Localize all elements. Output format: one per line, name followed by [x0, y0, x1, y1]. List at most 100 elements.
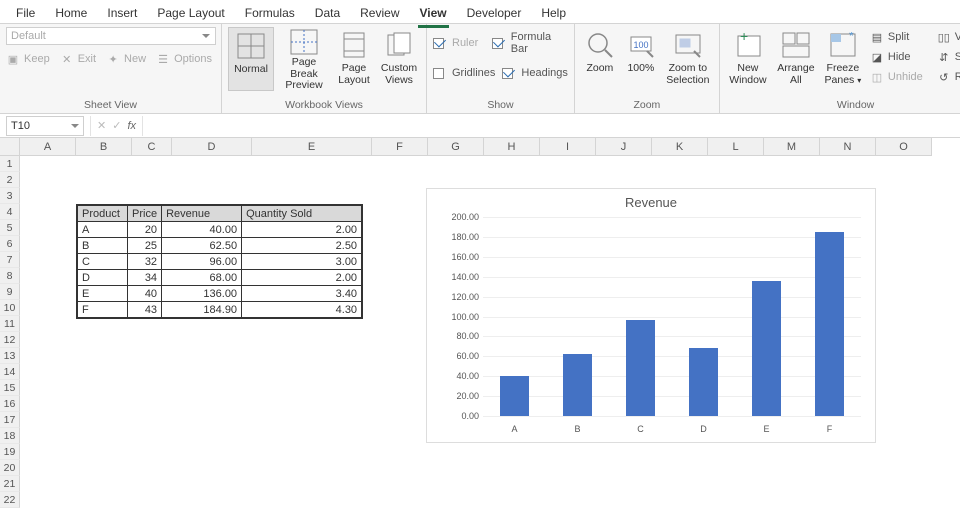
table-cell[interactable]: 34 — [128, 270, 162, 286]
revenue-chart[interactable]: Revenue 0.0020.0040.0060.0080.00100.0012… — [426, 188, 876, 443]
tab-developer[interactable]: Developer — [457, 3, 532, 23]
table-cell[interactable]: 68.00 — [162, 270, 242, 286]
keep-button[interactable]: ▣Keep — [6, 49, 50, 69]
row-header[interactable]: 15 — [0, 380, 20, 396]
table-cell[interactable]: 25 — [128, 238, 162, 254]
table-cell[interactable]: 136.00 — [162, 286, 242, 302]
table-cell[interactable]: 32 — [128, 254, 162, 270]
table-cell[interactable]: 62.50 — [162, 238, 242, 254]
row-header[interactable]: 10 — [0, 300, 20, 316]
table-cell[interactable]: E — [78, 286, 128, 302]
split-button[interactable]: ▤Split — [870, 27, 923, 47]
row-header[interactable]: 12 — [0, 332, 20, 348]
view-sbs-button[interactable]: ▯▯View — [937, 27, 960, 47]
enter-icon[interactable]: ✓ — [112, 119, 121, 132]
normal-view-button[interactable]: Normal — [228, 27, 274, 91]
gridlines-checkbox[interactable]: Gridlines — [433, 63, 495, 83]
col-header[interactable]: B — [76, 138, 132, 156]
formula-bar-checkbox[interactable]: Formula Bar — [492, 33, 568, 53]
column-headers[interactable]: ABCDEFGHIJKLMNO — [20, 138, 932, 156]
table-cell[interactable]: 3.00 — [242, 254, 362, 270]
row-header[interactable]: 7 — [0, 252, 20, 268]
name-box[interactable]: T10 — [6, 116, 84, 136]
chart-bar[interactable] — [689, 348, 717, 416]
new-button[interactable]: ✦New — [106, 49, 146, 69]
row-header[interactable]: 6 — [0, 236, 20, 252]
synch-button[interactable]: ⇵Synch — [937, 47, 960, 67]
tab-review[interactable]: Review — [350, 3, 409, 23]
chart-bar[interactable] — [815, 232, 843, 416]
formula-input[interactable] — [142, 116, 960, 136]
row-header[interactable]: 16 — [0, 396, 20, 412]
exit-button[interactable]: ✕Exit — [60, 49, 96, 69]
tab-home[interactable]: Home — [45, 3, 97, 23]
tab-data[interactable]: Data — [305, 3, 350, 23]
tab-help[interactable]: Help — [531, 3, 576, 23]
table-cell[interactable]: A — [78, 222, 128, 238]
col-header[interactable]: K — [652, 138, 708, 156]
tab-page-layout[interactable]: Page Layout — [147, 3, 234, 23]
zoom-button[interactable]: Zoom — [581, 27, 619, 91]
chart-bar[interactable] — [626, 320, 654, 416]
row-header[interactable]: 11 — [0, 316, 20, 332]
chart-bar[interactable] — [752, 281, 780, 416]
row-header[interactable]: 5 — [0, 220, 20, 236]
col-header[interactable]: H — [484, 138, 540, 156]
row-header[interactable]: 19 — [0, 444, 20, 460]
table-cell[interactable]: C — [78, 254, 128, 270]
chart-bar[interactable] — [563, 354, 591, 416]
chart-bar[interactable] — [500, 376, 528, 416]
row-header[interactable]: 21 — [0, 476, 20, 492]
freeze-panes-button[interactable]: * Freeze Panes ▾ — [822, 27, 864, 91]
row-header[interactable]: 9 — [0, 284, 20, 300]
reset-button[interactable]: ↺Reset — [937, 67, 960, 87]
cancel-icon[interactable]: ✕ — [97, 119, 106, 132]
tab-file[interactable]: File — [6, 3, 45, 23]
table-cell[interactable]: 2.50 — [242, 238, 362, 254]
col-header[interactable]: C — [132, 138, 172, 156]
col-header[interactable]: J — [596, 138, 652, 156]
hide-button[interactable]: ◪Hide — [870, 47, 923, 67]
tab-view[interactable]: View — [410, 3, 457, 23]
row-headers[interactable]: 12345678910111213141516171819202122 — [0, 156, 20, 508]
tab-formulas[interactable]: Formulas — [235, 3, 305, 23]
page-break-button[interactable]: Page Break Preview — [278, 27, 330, 91]
col-header[interactable]: N — [820, 138, 876, 156]
table-cell[interactable]: B — [78, 238, 128, 254]
table-cell[interactable]: 96.00 — [162, 254, 242, 270]
unhide-button[interactable]: ◫Unhide — [870, 67, 923, 87]
col-header[interactable]: A — [20, 138, 76, 156]
col-header[interactable]: I — [540, 138, 596, 156]
row-header[interactable]: 18 — [0, 428, 20, 444]
table-cell[interactable]: 4.30 — [242, 302, 362, 318]
select-all-corner[interactable] — [0, 138, 20, 156]
zoom-to-selection-button[interactable]: Zoom to Selection — [663, 27, 713, 91]
row-header[interactable]: 8 — [0, 268, 20, 284]
cells-area[interactable]: ProductPriceRevenueQuantity SoldA2040.00… — [20, 156, 960, 528]
table-cell[interactable]: 20 — [128, 222, 162, 238]
table-cell[interactable]: 3.40 — [242, 286, 362, 302]
row-header[interactable]: 20 — [0, 460, 20, 476]
col-header[interactable]: F — [372, 138, 428, 156]
row-header[interactable]: 22 — [0, 492, 20, 508]
row-header[interactable]: 14 — [0, 364, 20, 380]
fx-icon[interactable]: fx — [127, 120, 136, 132]
col-header[interactable]: O — [876, 138, 932, 156]
table-cell[interactable]: 43 — [128, 302, 162, 318]
table-cell[interactable]: 2.00 — [242, 270, 362, 286]
custom-views-button[interactable]: Custom Views — [378, 27, 420, 91]
table-cell[interactable]: F — [78, 302, 128, 318]
zoom-100-button[interactable]: 100 100% — [623, 27, 659, 91]
new-window-button[interactable]: + New Window — [726, 27, 770, 91]
ruler-checkbox[interactable]: Ruler — [433, 33, 478, 53]
row-header[interactable]: 2 — [0, 172, 20, 188]
col-header[interactable]: D — [172, 138, 252, 156]
page-layout-button[interactable]: Page Layout — [334, 27, 374, 91]
table-cell[interactable]: D — [78, 270, 128, 286]
table-cell[interactable]: 2.00 — [242, 222, 362, 238]
col-header[interactable]: M — [764, 138, 820, 156]
table-cell[interactable]: 40.00 — [162, 222, 242, 238]
col-header[interactable]: G — [428, 138, 484, 156]
worksheet-grid[interactable]: ABCDEFGHIJKLMNO 123456789101112131415161… — [0, 138, 960, 528]
headings-checkbox[interactable]: Headings — [502, 63, 567, 83]
